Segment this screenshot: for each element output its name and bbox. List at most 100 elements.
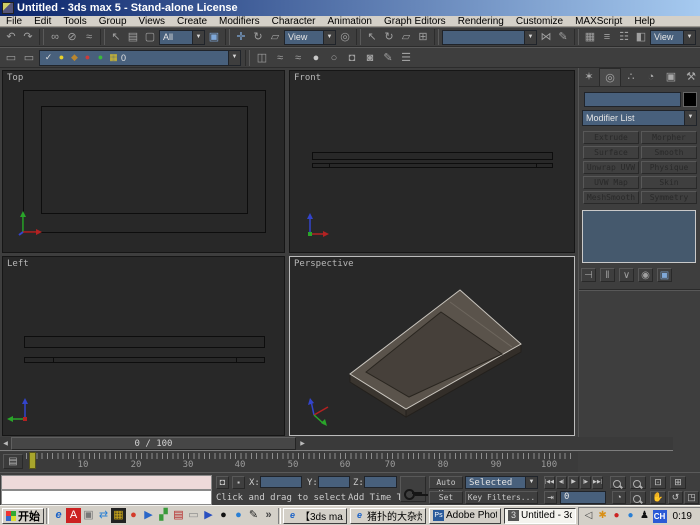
menu-character[interactable]: Character <box>266 16 322 27</box>
freeze-layer-icon[interactable]: ◘ <box>344 50 360 66</box>
redo-icon[interactable]: ↷ <box>20 29 36 45</box>
pan-icon[interactable]: ✋ <box>650 491 666 504</box>
layer-flyout-icon[interactable]: ◫ <box>254 50 270 66</box>
current-frame-field[interactable]: 0 <box>560 491 606 504</box>
quicklaunch-balloon-icon[interactable]: ● <box>126 508 141 523</box>
menu-help[interactable]: Help <box>628 16 661 27</box>
viewport-left[interactable]: Left <box>2 256 285 436</box>
make-unique-icon[interactable]: ∨ <box>619 268 634 282</box>
keyboard-override-icon[interactable]: ⊞ <box>415 29 431 45</box>
modifier-button-unwrap-uvw[interactable]: Unwrap UVW <box>583 161 639 174</box>
unfreeze-layer-icon[interactable]: ◙ <box>362 50 378 66</box>
time-slider-right-arrow[interactable]: ▶ <box>298 439 307 449</box>
quicklaunch-tool-icon[interactable]: ▭ <box>186 508 201 523</box>
reference-coordinate-dropdown[interactable]: View ▼ <box>284 30 336 45</box>
time-slider-left-arrow[interactable]: ◀ <box>1 439 10 449</box>
named-selection-dropdown[interactable]: ▼ <box>442 30 537 45</box>
quicklaunch-ie-icon[interactable]: e <box>51 508 66 523</box>
modifier-button-smooth[interactable]: Smooth <box>641 146 697 159</box>
menu-group[interactable]: Group <box>93 16 133 27</box>
erase-icon[interactable]: ✎ <box>555 29 571 45</box>
arc-rotate-icon[interactable]: ↺ <box>668 491 683 504</box>
key-mode-icon[interactable]: ⇥ <box>544 491 557 504</box>
rotate-icon[interactable]: ↻ <box>250 29 266 45</box>
quicklaunch-media-player-icon[interactable]: ▶ <box>141 508 156 523</box>
menu-file[interactable]: File <box>0 16 28 27</box>
task-adobe-photoshop[interactable]: Ps Adobe Photos... <box>429 508 501 524</box>
auto-key-button[interactable]: Auto Key <box>429 476 463 489</box>
window-crossing-icon[interactable]: ▣ <box>206 29 222 45</box>
time-configuration-icon[interactable]: ◔ <box>612 491 626 504</box>
edit-layer-icon[interactable]: ✎ <box>380 50 396 66</box>
task-3dsmax-untitled[interactable]: 3 Untitled - 3ds ... <box>504 508 576 524</box>
menu-customize[interactable]: Customize <box>510 16 569 27</box>
layer-manager-icon[interactable]: ☷ <box>616 29 632 45</box>
menu-modifiers[interactable]: Modifiers <box>213 16 266 27</box>
shield-icon[interactable]: ● <box>611 510 623 522</box>
z-field[interactable] <box>364 476 397 488</box>
tab-modify-icon[interactable]: ◎ <box>599 68 621 86</box>
chevron-down-icon[interactable]: ▼ <box>228 51 240 65</box>
modifier-button-physique[interactable]: Physique <box>641 161 697 174</box>
configure-modifier-sets-icon[interactable]: ▣ <box>657 268 672 282</box>
quicklaunch-viewer-icon[interactable]: ▣ <box>81 508 96 523</box>
layer-off-icon[interactable]: ○ <box>326 50 342 66</box>
absolute-offset-icon[interactable]: ▪ <box>232 476 245 489</box>
person-icon[interactable]: ♟ <box>639 510 651 522</box>
show-end-result-icon[interactable]: ‖ <box>600 268 615 282</box>
quicklaunch-pen-icon[interactable]: ✎ <box>246 508 261 523</box>
start-button[interactable]: 开始 <box>2 508 44 524</box>
viewport-perspective[interactable]: Perspective <box>289 256 575 436</box>
render-preset-a-icon[interactable]: ▭ <box>3 50 19 66</box>
chevron-down-icon[interactable]: ▼ <box>192 31 204 44</box>
viewport-front[interactable]: Front <box>289 70 575 253</box>
previous-frame-icon[interactable]: ◀| <box>556 476 567 489</box>
selection-region-icon[interactable]: ▢ <box>142 29 158 45</box>
task-hodgepodge[interactable]: e 猪扑的大杂烩 <box>350 508 426 524</box>
quicklaunch-player-icon[interactable]: ▶ <box>201 508 216 523</box>
viewport-top[interactable]: Top <box>2 70 285 253</box>
selection-filter-dropdown[interactable]: All ▼ <box>159 30 205 45</box>
use-center-icon[interactable]: ◎ <box>337 29 353 45</box>
select-by-name-icon[interactable]: ▤ <box>125 29 141 45</box>
mini-curve-editor-icon[interactable]: ▤ <box>3 454 23 469</box>
track-bar[interactable]: ▤ 10 20 30 40 50 60 70 80 90 100 <box>0 452 578 472</box>
set-current-layer-icon[interactable]: ≈ <box>290 50 306 66</box>
pin-stack-icon[interactable]: ⊣ <box>581 268 596 282</box>
time-slider-handle[interactable]: 0 / 100 <box>11 437 296 450</box>
zoom-extents-all-icon[interactable]: ⊞ <box>670 476 686 489</box>
link-icon[interactable]: ∞ <box>47 29 63 45</box>
layer-list-icon[interactable]: ☰ <box>398 50 414 66</box>
min-max-toggle-icon[interactable]: ◳ <box>684 491 699 504</box>
quicklaunch-sync-icon[interactable]: ⇄ <box>96 508 111 523</box>
tab-create-icon[interactable]: ✶ <box>579 68 599 86</box>
undo-icon[interactable]: ↶ <box>3 29 19 45</box>
chevron-down-icon[interactable]: ▼ <box>524 31 536 44</box>
tab-hierarchy-icon[interactable]: ∴ <box>621 68 641 86</box>
modifier-button-meshsmooth[interactable]: MeshSmooth <box>583 191 639 204</box>
modifier-button-symmetry[interactable]: Symmetry <box>641 191 697 204</box>
remove-modifier-icon[interactable]: ◉ <box>638 268 653 282</box>
quicklaunch-acrobat-icon[interactable]: A <box>66 508 81 523</box>
mirror-icon[interactable]: ⋈ <box>538 29 554 45</box>
maxscript-listener-bottom[interactable] <box>1 490 212 505</box>
scale-icon[interactable]: ▱ <box>267 29 283 45</box>
menu-rendering[interactable]: Rendering <box>452 16 510 27</box>
modifier-button-surface[interactable]: Surface <box>583 146 639 159</box>
time-slider[interactable]: ◀ 0 / 100 ▶ <box>0 437 673 451</box>
quicklaunch-grid-icon[interactable]: ▦ <box>111 508 126 523</box>
modifier-button-uvw-map[interactable]: UVW Map <box>583 176 639 189</box>
zoom-icon[interactable] <box>610 476 626 489</box>
unlink-icon[interactable]: ⊘ <box>64 29 80 45</box>
task-3dsmax-article[interactable]: e 【3ds max技... <box>283 508 347 524</box>
modifier-button-skin[interactable]: Skin <box>641 176 697 189</box>
msn-icon[interactable]: ✱ <box>597 510 609 522</box>
chat-bubble-icon[interactable]: ● <box>625 510 637 522</box>
tab-display-icon[interactable]: ▣ <box>661 68 681 86</box>
region-zoom-icon[interactable] <box>630 491 646 504</box>
quicklaunch-messenger-icon[interactable]: ● <box>231 508 246 523</box>
move-icon[interactable]: ✛ <box>233 29 249 45</box>
layer-on-icon[interactable]: ● <box>308 50 324 66</box>
chevron-down-icon[interactable]: ▼ <box>683 31 695 44</box>
next-frame-icon[interactable]: |▶ <box>580 476 591 489</box>
